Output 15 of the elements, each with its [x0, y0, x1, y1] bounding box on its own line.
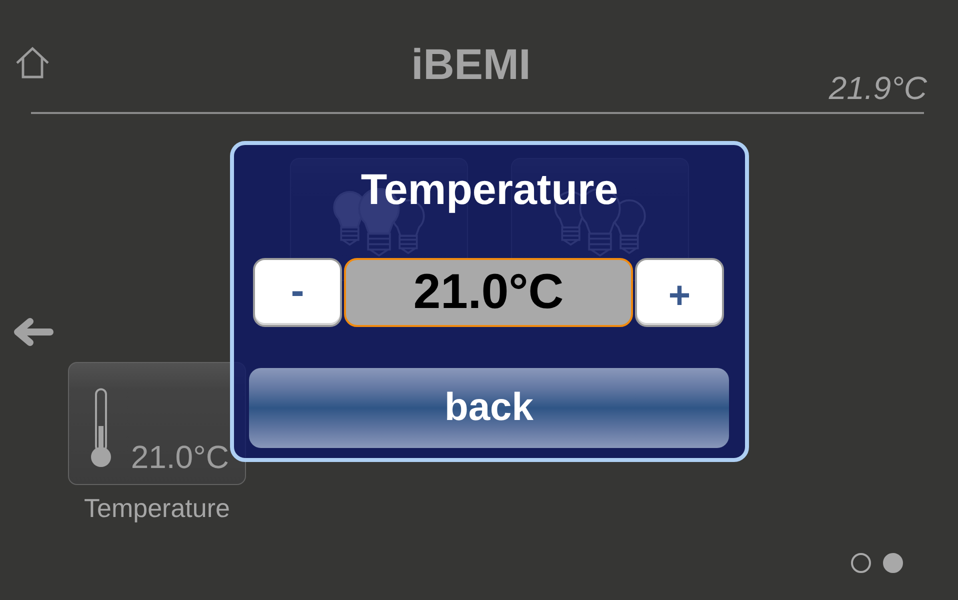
page-dot-icon[interactable] [883, 553, 903, 573]
decrease-button[interactable]: - [253, 258, 342, 327]
home-icon[interactable] [15, 46, 50, 79]
temperature-value: 21.0°C [344, 258, 633, 327]
increase-button[interactable]: + [635, 258, 724, 327]
temperature-tile[interactable]: 21.0°C [68, 362, 246, 485]
dialog-title: Temperature [360, 169, 620, 212]
app-title: iBEMI [411, 44, 531, 87]
back-button[interactable]: back [249, 368, 729, 448]
tile-value: 21.0°C [130, 441, 229, 473]
tile-label: Temperature [84, 493, 230, 523]
back-arrow-icon[interactable] [12, 317, 54, 347]
page-dot-icon[interactable] [851, 553, 871, 573]
thermometer-icon [90, 388, 112, 468]
temperature-reading: 21.9°C [828, 72, 927, 104]
